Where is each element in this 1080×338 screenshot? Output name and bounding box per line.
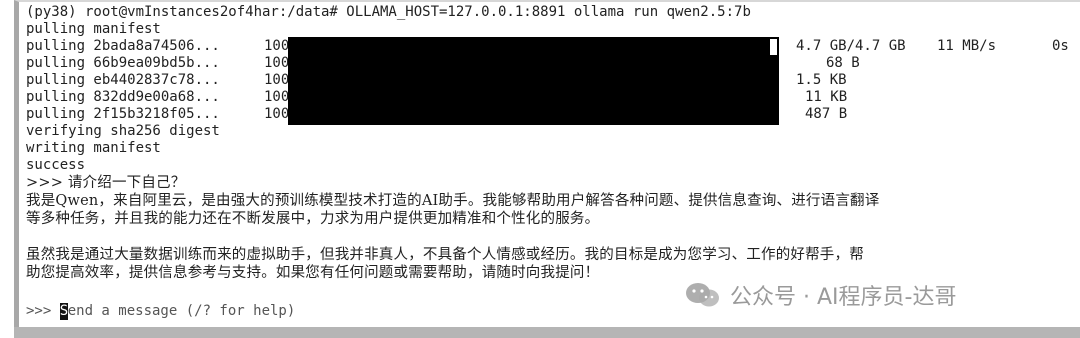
watermark-text: 公众号 · AI程序员-达哥 — [730, 285, 957, 310]
layer-progress-bar — [288, 72, 779, 90]
text-cursor: S — [59, 303, 69, 320]
watermark: 公众号 · AI程序员-达哥 — [684, 278, 956, 312]
layer-size: 68 B — [826, 55, 860, 71]
status-success: success — [26, 157, 86, 173]
status-writing: writing manifest — [26, 140, 161, 156]
layer-size: 1.5 KB — [796, 72, 847, 88]
screenshot-frame: (py38) root@vmInstances2of4har:/data# OL… — [0, 0, 1080, 338]
layer-label: pulling 2f15b3218f05... — [26, 106, 220, 122]
layer-size: 487 B — [805, 106, 848, 122]
layer-progress-bar — [288, 106, 779, 125]
layer-size: 4.7 GB/4.7 GB — [796, 38, 906, 54]
layer-speed: 11 MB/s — [937, 38, 997, 54]
terminal-scrollbar[interactable] — [14, 327, 1080, 338]
layer-label: pulling eb4402837c78... — [26, 72, 220, 88]
response-text: 助您提高效率，提供信息参考与支持。如果您有任何问题或需要帮助，请随时向我提问！ — [26, 265, 600, 281]
layer-label: pulling 66b9ea09bd5b... — [26, 55, 220, 71]
input-prompt-symbol: >>> — [26, 303, 60, 319]
layer-progress-bar — [288, 37, 779, 55]
progress-end-marker — [770, 39, 777, 55]
response-text: 虽然我是通过大量数据训练而来的虚拟助手，但我并非真人，不具备个人情感或经历。我的… — [26, 247, 864, 263]
layer-progress-bar — [288, 55, 779, 73]
layer-progress-bar — [288, 89, 779, 107]
wechat-icon — [684, 281, 722, 309]
response-text: 等多种任务，并且我的能力还在不断发展中，力求为用户提供更加精准和个性化的服务。 — [26, 211, 600, 227]
input-placeholder: end a message (/? for help) — [67, 303, 296, 319]
status-pulling-manifest: pulling manifest — [26, 21, 161, 37]
layer-size: 11 KB — [805, 89, 848, 105]
message-input[interactable]: >>> Send a message (/? for help) — [26, 303, 295, 320]
layer-eta: 0s — [1052, 38, 1069, 54]
layer-label: pulling 832dd9e00a68... — [26, 89, 220, 105]
command-line: (py38) root@vmInstances2of4har:/data# OL… — [26, 4, 751, 20]
status-verifying: verifying sha256 digest — [26, 123, 220, 139]
layer-label: pulling 2bada8a74506... — [26, 38, 220, 54]
response-text: 我是Qwen，来自阿里云，是由强大的预训练模型技术打造的AI助手。我能够帮助用户… — [26, 193, 880, 209]
user-prompt: >>> 请介绍一下自己？ — [26, 175, 186, 191]
